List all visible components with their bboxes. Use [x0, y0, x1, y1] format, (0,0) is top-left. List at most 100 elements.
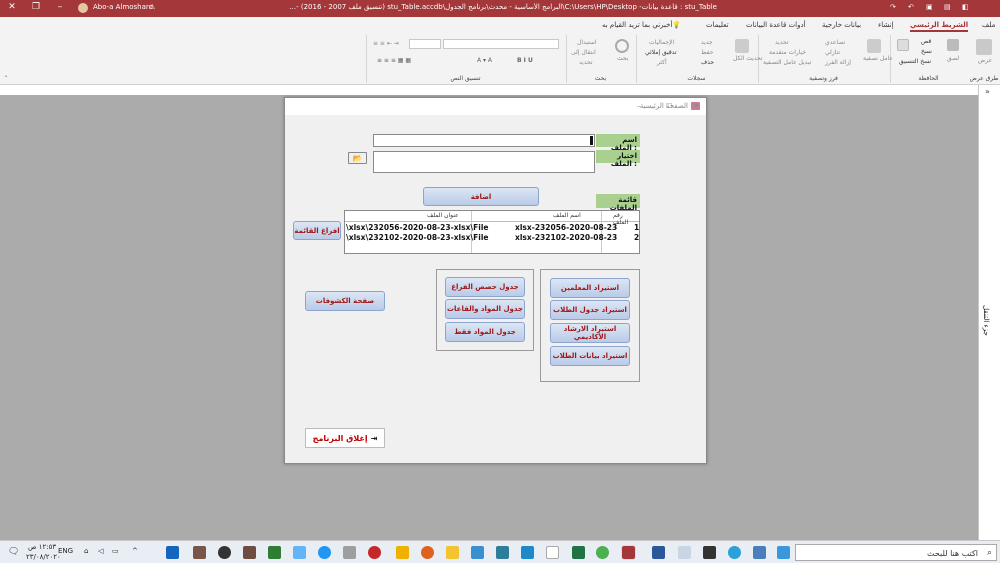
minimize-window-button[interactable]: – [50, 2, 70, 12]
avatar[interactable] [78, 3, 88, 13]
search-icon[interactable] [615, 39, 629, 53]
ascending-button[interactable]: تصاعدي [825, 39, 845, 46]
mail-icon[interactable] [521, 546, 534, 559]
form-maximize-button[interactable]: ☐ [666, 102, 672, 110]
list-cell-num[interactable]: 2 [634, 233, 639, 242]
paste-icon[interactable] [947, 39, 959, 51]
advanced-button[interactable]: خيارات متقدمة [769, 49, 806, 56]
store-icon[interactable] [703, 546, 716, 559]
excel-icon[interactable] [572, 546, 585, 559]
app-icon[interactable] [546, 546, 559, 559]
app-icon[interactable] [318, 546, 331, 559]
app-icon[interactable] [496, 546, 509, 559]
app-icon[interactable] [218, 546, 231, 559]
free-periods-table-button[interactable]: جدول حصص الفراغ [445, 277, 525, 297]
refresh-all-button[interactable]: تحديث الكل [733, 55, 763, 62]
totals-button[interactable]: الإجماليات [649, 39, 674, 46]
add-button[interactable]: اضافة [423, 187, 539, 206]
restore-window-button[interactable]: ❐ [26, 2, 46, 12]
chrome-icon[interactable] [596, 546, 609, 559]
font-name-combo[interactable] [443, 39, 559, 49]
import-teachers-button[interactable]: استيراد المعلمين [550, 278, 630, 298]
outlook-icon[interactable] [166, 546, 179, 559]
cut-button[interactable]: قص [921, 38, 931, 45]
tab-help[interactable]: تعليمات [706, 21, 729, 29]
font-size-combo[interactable] [409, 39, 441, 49]
filter-icon[interactable] [867, 39, 881, 53]
user-name[interactable]: Abo-a Almosharo [93, 3, 153, 11]
views-button[interactable]: عرض [978, 57, 992, 64]
empty-list-button[interactable]: افراغ القائمة [293, 221, 341, 240]
tab-file[interactable]: ملف [982, 21, 995, 29]
expand-nav-icon[interactable]: » [985, 87, 990, 96]
list-cell-path[interactable]: xlsx\232056-2020-08-23-xlsx\File\ [346, 223, 489, 232]
remove-sort-button[interactable]: إزالة الفرز [825, 59, 851, 66]
notifications-icon[interactable]: 🗨 [8, 547, 19, 557]
tab-create[interactable]: إنشاء [878, 21, 894, 29]
files-listbox[interactable]: رقم الملف اسم الملف عنوان الملف 1 232056… [344, 210, 640, 254]
choose-file-field[interactable] [373, 151, 595, 173]
subjects-halls-table-button[interactable]: جدول المواد والقاعات [445, 299, 525, 319]
goto-button[interactable]: انتقال إلى [571, 49, 596, 56]
import-student-data-button[interactable]: استيراد بيانات الطلاب [550, 346, 630, 366]
app-icon[interactable] [243, 546, 256, 559]
tab-external-data[interactable]: بيانات خارجية [822, 21, 861, 29]
close-window-button[interactable]: ✕ [2, 2, 22, 12]
import-student-schedule-button[interactable]: استيراد جدول الطلاب [550, 300, 630, 320]
align-icons[interactable]: ≡ ≡ ≡ ▦ ▦ [377, 57, 411, 64]
clock-time[interactable]: ١٢:٥٣ ص [28, 543, 56, 551]
app-icon[interactable] [471, 546, 484, 559]
app-icon[interactable] [343, 546, 356, 559]
new-record-button[interactable]: جديد [701, 39, 713, 46]
paste-button[interactable]: لصق [947, 55, 959, 62]
edge-icon[interactable] [728, 546, 741, 559]
list-icons[interactable]: ≡ ≡ ⇤ ⇥ [373, 40, 399, 47]
browse-folder-button[interactable]: 📂 [348, 152, 367, 164]
font-color-icon[interactable]: A ▾ A [477, 57, 492, 64]
close-program-button[interactable]: إغلاق البرنامج ⇥ [305, 428, 385, 448]
app-icon[interactable] [293, 546, 306, 559]
list-cell-name[interactable]: 232056-2020-08-23-xlsx [515, 223, 617, 232]
save-icon[interactable]: ▣ [926, 3, 933, 11]
collapse-ribbon-icon[interactable]: ˆ [4, 75, 8, 84]
quick-access-icon[interactable]: ▤ [944, 3, 951, 11]
more-button[interactable]: أكثر [657, 59, 667, 66]
view-icon[interactable] [976, 39, 992, 55]
word-icon[interactable] [652, 546, 665, 559]
clock-date[interactable]: ٢٣/٠٨/٢٠٢٠ [26, 553, 61, 561]
list-cell-path[interactable]: xlsx\232102-2020-08-23-xlsx\File\ [346, 233, 489, 242]
app-icon[interactable] [368, 546, 381, 559]
volume-icon[interactable]: ◁ [98, 547, 103, 555]
dropbox-icon[interactable] [678, 546, 691, 559]
refresh-icon[interactable] [735, 39, 749, 53]
descending-button[interactable]: تنازلي [825, 49, 840, 56]
app-icon[interactable] [193, 546, 206, 559]
file-name-field[interactable] [373, 134, 595, 147]
import-academic-advising-button[interactable]: استيراد الارشاد الأكاديمي [550, 323, 630, 343]
app-icon[interactable] [753, 546, 766, 559]
tab-home[interactable]: الشريط الرئيسي [910, 21, 969, 32]
form-close-button[interactable]: ✕ [693, 102, 699, 110]
navigation-pane-label[interactable]: جزء التنقل [982, 305, 990, 336]
save-record-button[interactable]: حفظ [701, 49, 713, 56]
app-icon[interactable] [268, 546, 281, 559]
expand-tray-icon[interactable]: ^ [132, 547, 138, 555]
list-cell-num[interactable]: 1 [634, 223, 639, 232]
tell-me-search[interactable]: أخبرني بما تريد القيام به [602, 21, 672, 29]
taskbar-search-input[interactable]: اكتب هنا للبحث ⌕ [795, 544, 997, 561]
undo-icon[interactable]: ↶ [908, 3, 914, 11]
subjects-only-table-button[interactable]: جدول المواد فقط [445, 322, 525, 342]
navigation-pane[interactable]: » جزء التنقل [978, 85, 1000, 540]
reports-page-button[interactable]: صفحة الكشوفات [305, 291, 385, 311]
delete-record-button[interactable]: حذف [701, 59, 714, 66]
bold-icon[interactable]: B I U [517, 57, 533, 64]
selection-button[interactable]: تحديد [775, 39, 789, 46]
firefox-icon[interactable] [421, 546, 434, 559]
file-explorer-icon[interactable] [446, 546, 459, 559]
toggle-filter-button[interactable]: تبديل عامل التصفية [763, 59, 811, 66]
warning-icon[interactable]: ⚠ [149, 3, 155, 11]
filter-button[interactable]: عامل تصفية [863, 55, 893, 62]
format-painter-button[interactable]: نسخ التنسيق [899, 58, 931, 65]
replace-button[interactable]: استبدال [577, 39, 597, 46]
form-minimize-button[interactable]: – [637, 102, 641, 110]
